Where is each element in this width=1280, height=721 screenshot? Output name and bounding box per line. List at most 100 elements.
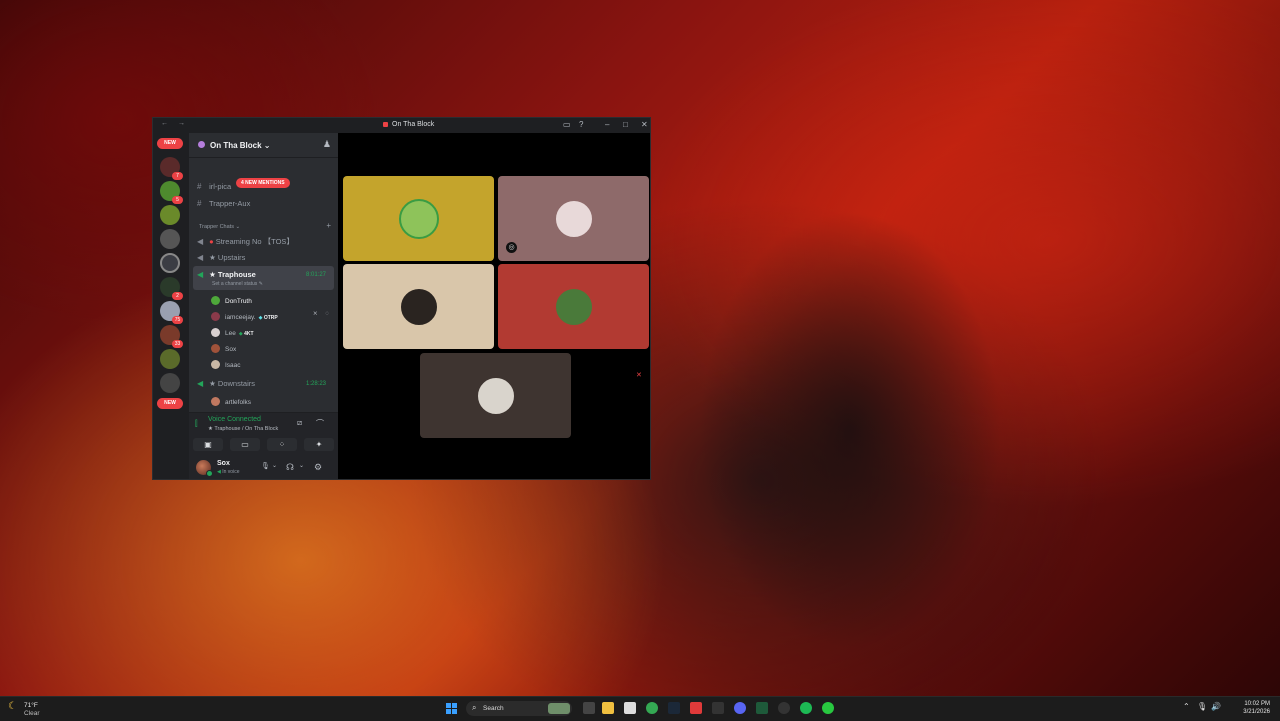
file-explorer-icon[interactable]	[602, 702, 614, 714]
participant-tile[interactable]	[420, 353, 571, 438]
category-label: Trapper Chats	[199, 224, 234, 230]
gem-icon: ◆	[258, 315, 263, 321]
channel-streaming[interactable]: ◀ ● Streaming No 【TOS】	[197, 236, 294, 247]
signal-icon[interactable]: ⫿	[195, 419, 198, 429]
channel-trapper-aux[interactable]: # Trapper-Aux	[197, 199, 250, 208]
volume-icon[interactable]: 🔊	[1211, 702, 1221, 711]
avatar	[211, 344, 220, 353]
app-icon[interactable]	[778, 702, 790, 714]
channel-traphouse[interactable]: ◀ ★ Traphouse	[197, 270, 256, 279]
voice-member[interactable]: Lee ◆ 4KT	[211, 328, 254, 337]
soundboard-button[interactable]: ✦	[304, 438, 334, 451]
user-name[interactable]: Sox	[217, 460, 230, 467]
noise-suppression-icon[interactable]: ⧄	[297, 418, 302, 428]
title-bar[interactable]: ← → On Tha Block ▭ ? – □ ✕	[153, 118, 650, 133]
store-icon[interactable]	[624, 702, 636, 714]
help-icon[interactable]: ?	[579, 120, 583, 129]
spotify-icon[interactable]	[800, 702, 812, 714]
voice-member[interactable]: Isaac	[211, 360, 241, 369]
server-name[interactable]: On Tha Block ⌄	[210, 141, 271, 150]
channel-upstairs[interactable]: ◀ ★ Upstairs	[197, 253, 245, 262]
wallpaper-figure	[640, 100, 1060, 700]
close-icon[interactable]: ✕	[636, 371, 642, 379]
app-icon[interactable]	[822, 702, 834, 714]
app-icon[interactable]	[690, 702, 702, 714]
avatar	[211, 296, 220, 305]
server-icon[interactable]: 2	[160, 277, 183, 300]
mic-icon[interactable]: 🎙	[1197, 702, 1207, 711]
headset-icon[interactable]: ☊	[286, 462, 294, 473]
deafened-icon: ◎	[506, 242, 517, 253]
server-icon[interactable]	[160, 205, 180, 225]
member-tag: ◆ 4KT	[239, 331, 254, 337]
server-icon[interactable]: 5	[160, 181, 183, 204]
channel-label: Trapper-Aux	[208, 199, 251, 208]
server-icon[interactable]: 7	[160, 157, 183, 180]
voice-member[interactable]: iamceejay. ◆ OTRP	[211, 312, 278, 321]
channel-status-prompt[interactable]: Set a channel status ✎	[212, 281, 263, 287]
window-title-text: On Tha Block	[392, 121, 435, 128]
settings-gear-icon[interactable]: ⚙	[314, 462, 322, 473]
windows-logo-tile	[452, 703, 457, 708]
add-channel-icon[interactable]: +	[326, 221, 331, 230]
invite-icon[interactable]: ♟	[323, 139, 331, 150]
voice-channel-path[interactable]: ★ Traphouse / On Tha Block	[208, 426, 278, 432]
chevron-down-icon[interactable]: ⌄	[272, 462, 277, 469]
activities-button[interactable]: ⁘	[267, 438, 297, 451]
voice-member[interactable]: DonTruth	[211, 296, 252, 305]
maximize-button[interactable]: □	[623, 120, 628, 129]
server-icon[interactable]: 75	[160, 301, 183, 324]
taskbar: ☾ 71°F Clear ⌕ Search ⌃ 🎙 🔊 10:02 PM 3/2…	[0, 696, 1280, 721]
new-badge-bottom[interactable]: NEW	[157, 398, 183, 409]
camera-off-button[interactable]: ▣	[193, 438, 223, 451]
hash-icon: #	[197, 199, 202, 208]
server-badge: 75	[172, 316, 183, 324]
server-icon[interactable]	[160, 373, 180, 393]
voice-member[interactable]: artlefolks	[211, 397, 251, 406]
moon-icon: ☾	[8, 701, 17, 712]
mic-icon[interactable]: 🎙	[261, 462, 270, 470]
user-state: ◀ In voice	[217, 469, 239, 475]
discord-icon[interactable]	[734, 702, 746, 714]
new-badge-top[interactable]: NEW	[157, 138, 183, 149]
server-icon[interactable]	[160, 349, 180, 369]
server-header[interactable]: On Tha Block ⌄ ♟	[189, 133, 338, 158]
member-name: artlefolks	[225, 399, 252, 406]
system-clock[interactable]: 10:02 PM 3/21/2026	[1243, 700, 1270, 716]
voice-member[interactable]: Sox	[211, 344, 236, 353]
server-icon[interactable]: 33	[160, 325, 183, 348]
voice-connected-title[interactable]: Voice Connected	[208, 416, 261, 423]
participant-tile[interactable]	[498, 264, 649, 349]
inbox-icon[interactable]: ▭	[563, 120, 571, 129]
server-icon[interactable]	[160, 229, 180, 249]
back-forward-nav[interactable]: ← →	[161, 120, 189, 127]
steam-icon[interactable]	[668, 702, 680, 714]
channel-irl-pica[interactable]: # irl-pica	[197, 182, 231, 191]
close-button[interactable]: ✕	[641, 120, 648, 129]
minimize-button[interactable]: –	[605, 120, 609, 129]
start-button[interactable]	[446, 703, 457, 714]
chevron-down-icon[interactable]: ⌄	[299, 462, 304, 469]
tray-overflow-icon[interactable]: ⌃	[1183, 702, 1190, 711]
avatar	[398, 286, 439, 327]
app-icon[interactable]	[712, 702, 724, 714]
screen-share-button[interactable]: ▭	[230, 438, 260, 451]
server-badge: 5	[172, 196, 183, 204]
participant-tile[interactable]	[343, 264, 494, 349]
disconnect-icon[interactable]: ⌒	[316, 418, 324, 429]
new-mentions-pill[interactable]: 4 NEW MENTIONS	[236, 178, 290, 188]
downstairs-timer: 1:28:23	[306, 381, 327, 387]
chrome-icon[interactable]	[646, 702, 658, 714]
participant-tile[interactable]	[343, 176, 494, 261]
category-trapper-chats[interactable]: Trapper Chats ⌄	[199, 224, 240, 230]
taskbar-search[interactable]: ⌕ Search	[466, 701, 572, 716]
member-tag-text: OTRP	[263, 315, 278, 321]
avatar	[211, 328, 220, 337]
app-icon[interactable]	[756, 702, 768, 714]
member-tag: ◆ OTRP	[259, 315, 278, 321]
channel-downstairs[interactable]: ◀ ★ Downstairs	[197, 379, 255, 388]
task-view-icon[interactable]	[583, 702, 595, 714]
participant-tile[interactable]: ◎	[498, 176, 649, 261]
server-icon[interactable]	[160, 253, 180, 273]
search-label: Search	[483, 705, 504, 712]
